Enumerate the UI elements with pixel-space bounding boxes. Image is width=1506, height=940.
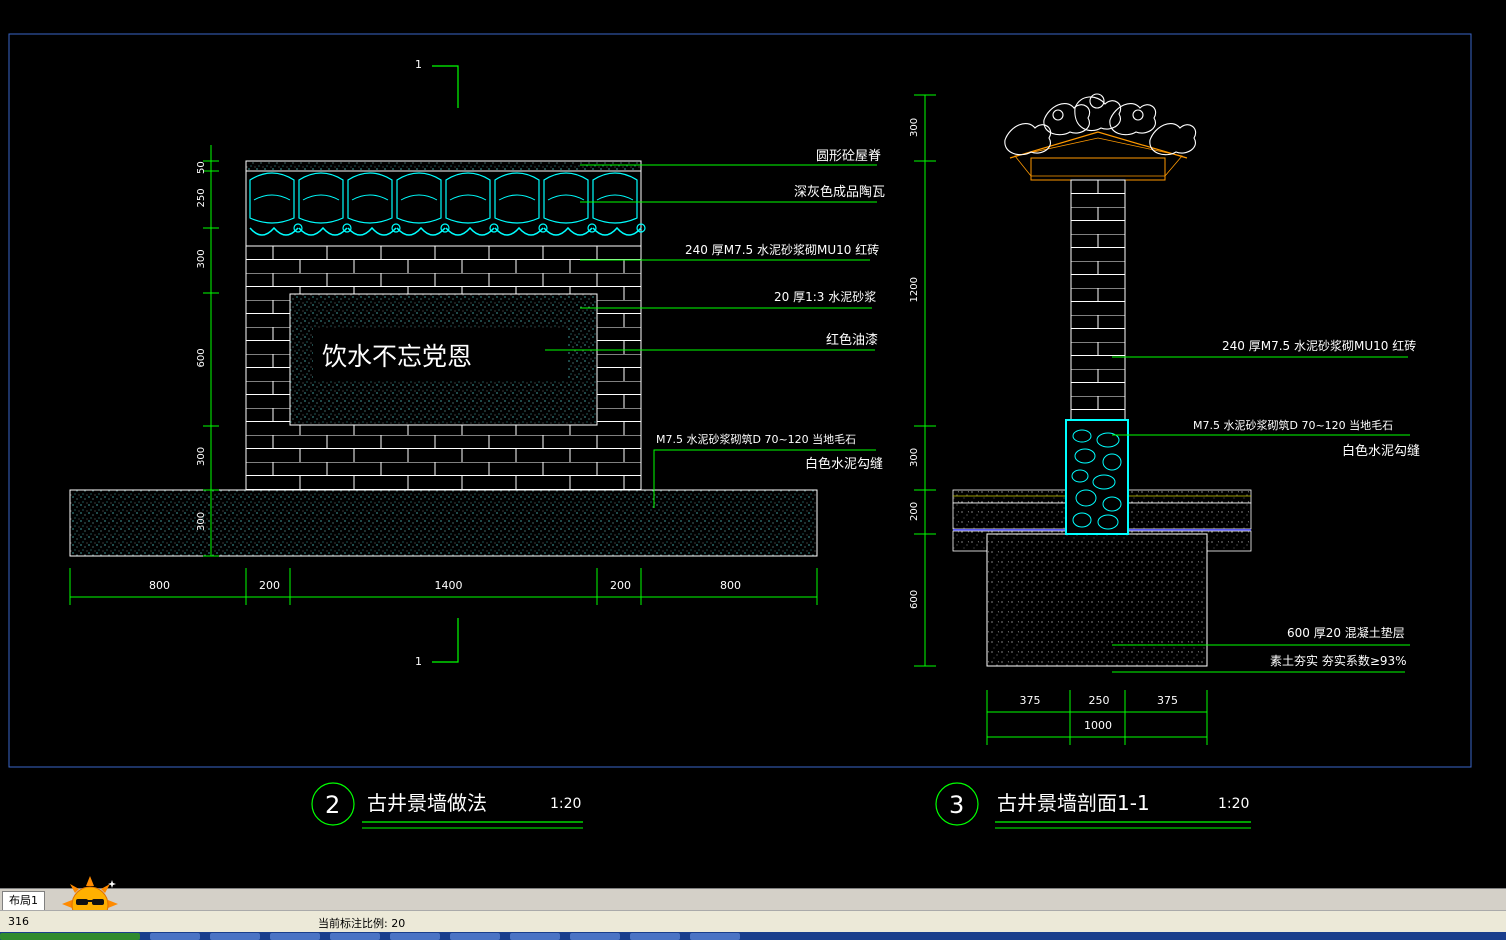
section-callout-concrete: 600 厚20 混凝土垫层: [1287, 625, 1405, 640]
dim-label: 375: [1157, 694, 1178, 707]
plaque-inscription: 饮水不忘党恩: [322, 342, 472, 371]
section-mark-bottom: 1: [415, 618, 459, 668]
section-mark-top: 1: [415, 58, 459, 108]
dim-label: 50: [196, 161, 207, 174]
taskbar-button[interactable]: [270, 933, 320, 940]
title-scale-section: 1:20: [1218, 796, 1249, 812]
title-text-elevation: 古井景墙做法: [367, 791, 487, 815]
dim-label: 300: [909, 448, 920, 467]
rubble-stone-base: [1065, 419, 1129, 535]
taskbar-button[interactable]: [630, 933, 680, 940]
drawing-frame: [8, 33, 1472, 768]
callout-tile: 深灰色成品陶瓦: [794, 184, 885, 200]
concrete-footing: [986, 533, 1208, 667]
taskbar-button[interactable]: [330, 933, 380, 940]
dim-label: 800: [720, 579, 741, 592]
status-coordinate: 316: [8, 915, 29, 928]
callout-mortar: 20 厚1:3 水泥砂浆: [774, 289, 876, 304]
section-callout-joint: 白色水泥勾缝: [1342, 443, 1420, 459]
dim-label: 200: [909, 502, 920, 521]
callout-paint: 红色油漆: [826, 332, 878, 348]
dim-label: 200: [259, 579, 280, 592]
elevation-horizontal-dimensions: 800 200 1400 200 800: [69, 568, 818, 605]
title-block-elevation: 2 古井景墙做法 1:20: [311, 782, 583, 829]
stone-base: [69, 489, 818, 557]
tab-layout1[interactable]: 布局1: [2, 891, 45, 911]
taskbar-button[interactable]: [390, 933, 440, 940]
section-mark-top-label: 1: [415, 58, 422, 71]
roof-tiles: [245, 160, 646, 247]
dim-label: 600: [909, 590, 920, 609]
dim-label: 1400: [435, 579, 463, 592]
title-block-section: 3 古井景墙剖面1-1 1:20: [935, 782, 1251, 829]
dim-label: 200: [610, 579, 631, 592]
title-scale-elevation: 1:20: [550, 796, 581, 812]
dim-label: 250: [196, 188, 207, 207]
title-number-2: 2: [325, 791, 340, 819]
taskbar-button[interactable]: [570, 933, 620, 940]
dim-label: 250: [1089, 694, 1110, 707]
layout-tab-bar: 布局1: [0, 888, 1506, 911]
callout-rubble: M7.5 水泥砂浆砌筑D 70~120 当地毛石: [656, 432, 856, 446]
taskbar-button[interactable]: [150, 933, 200, 940]
section-horizontal-dimensions: 375 250 375 1000: [986, 690, 1208, 745]
section-brick-column: [1070, 179, 1126, 425]
taskbar-button[interactable]: [690, 933, 740, 940]
section-callout-rubble: M7.5 水泥砂浆砌筑D 70~120 当地毛石: [1193, 418, 1393, 432]
title-text-section: 古井景墙剖面1-1: [997, 791, 1150, 815]
dim-label: 375: [1020, 694, 1041, 707]
taskbar-button[interactable]: [210, 933, 260, 940]
callout-brick: 240 厚M7.5 水泥砂浆砌MU10 红砖: [685, 242, 879, 257]
dim-label: 600: [196, 348, 207, 367]
section-total-width: 1000: [1084, 719, 1112, 732]
section-drawing[interactable]: 300 1200 300 200 600 375 250 375 1000 240 厚M7.…: [909, 93, 1420, 745]
status-annotation-scale: 当前标注比例: 20: [318, 917, 406, 930]
cad-model-space[interactable]: 1 1 饮水不忘党恩 50 250 300 600 300 300 800 200 1400 2: [0, 0, 1506, 888]
elevation-drawing[interactable]: 1 1 饮水不忘党恩 50250300600300300 800 200 1400 2: [69, 58, 885, 668]
section-callout-soil: 素土夯实 夯实系数≥93%: [1270, 653, 1407, 668]
section-vertical-dimensions: 300 1200 300 200 600: [909, 94, 936, 667]
section-mark-bottom-label: 1: [415, 655, 422, 668]
os-taskbar: [0, 932, 1506, 940]
taskbar-button[interactable]: [0, 933, 140, 940]
callout-joint: 白色水泥勾缝: [805, 456, 883, 472]
ridge-cap: [245, 160, 642, 172]
section-roof: [1004, 93, 1197, 181]
dim-label: 300: [196, 512, 207, 531]
dim-label: 300: [196, 249, 207, 268]
dim-label: 300: [909, 118, 920, 137]
taskbar-button[interactable]: [450, 933, 500, 940]
dim-label: 800: [149, 579, 170, 592]
status-bar: 316 当前标注比例: 20: [0, 910, 1506, 933]
dim-label: 1200: [909, 277, 920, 302]
section-callout-brick: 240 厚M7.5 水泥砂浆砌MU10 红砖: [1222, 338, 1416, 353]
dim-label: 300: [196, 447, 207, 466]
callout-ridge: 圆形砼屋脊: [816, 149, 881, 164]
title-number-3: 3: [949, 791, 964, 819]
taskbar-button[interactable]: [510, 933, 560, 940]
